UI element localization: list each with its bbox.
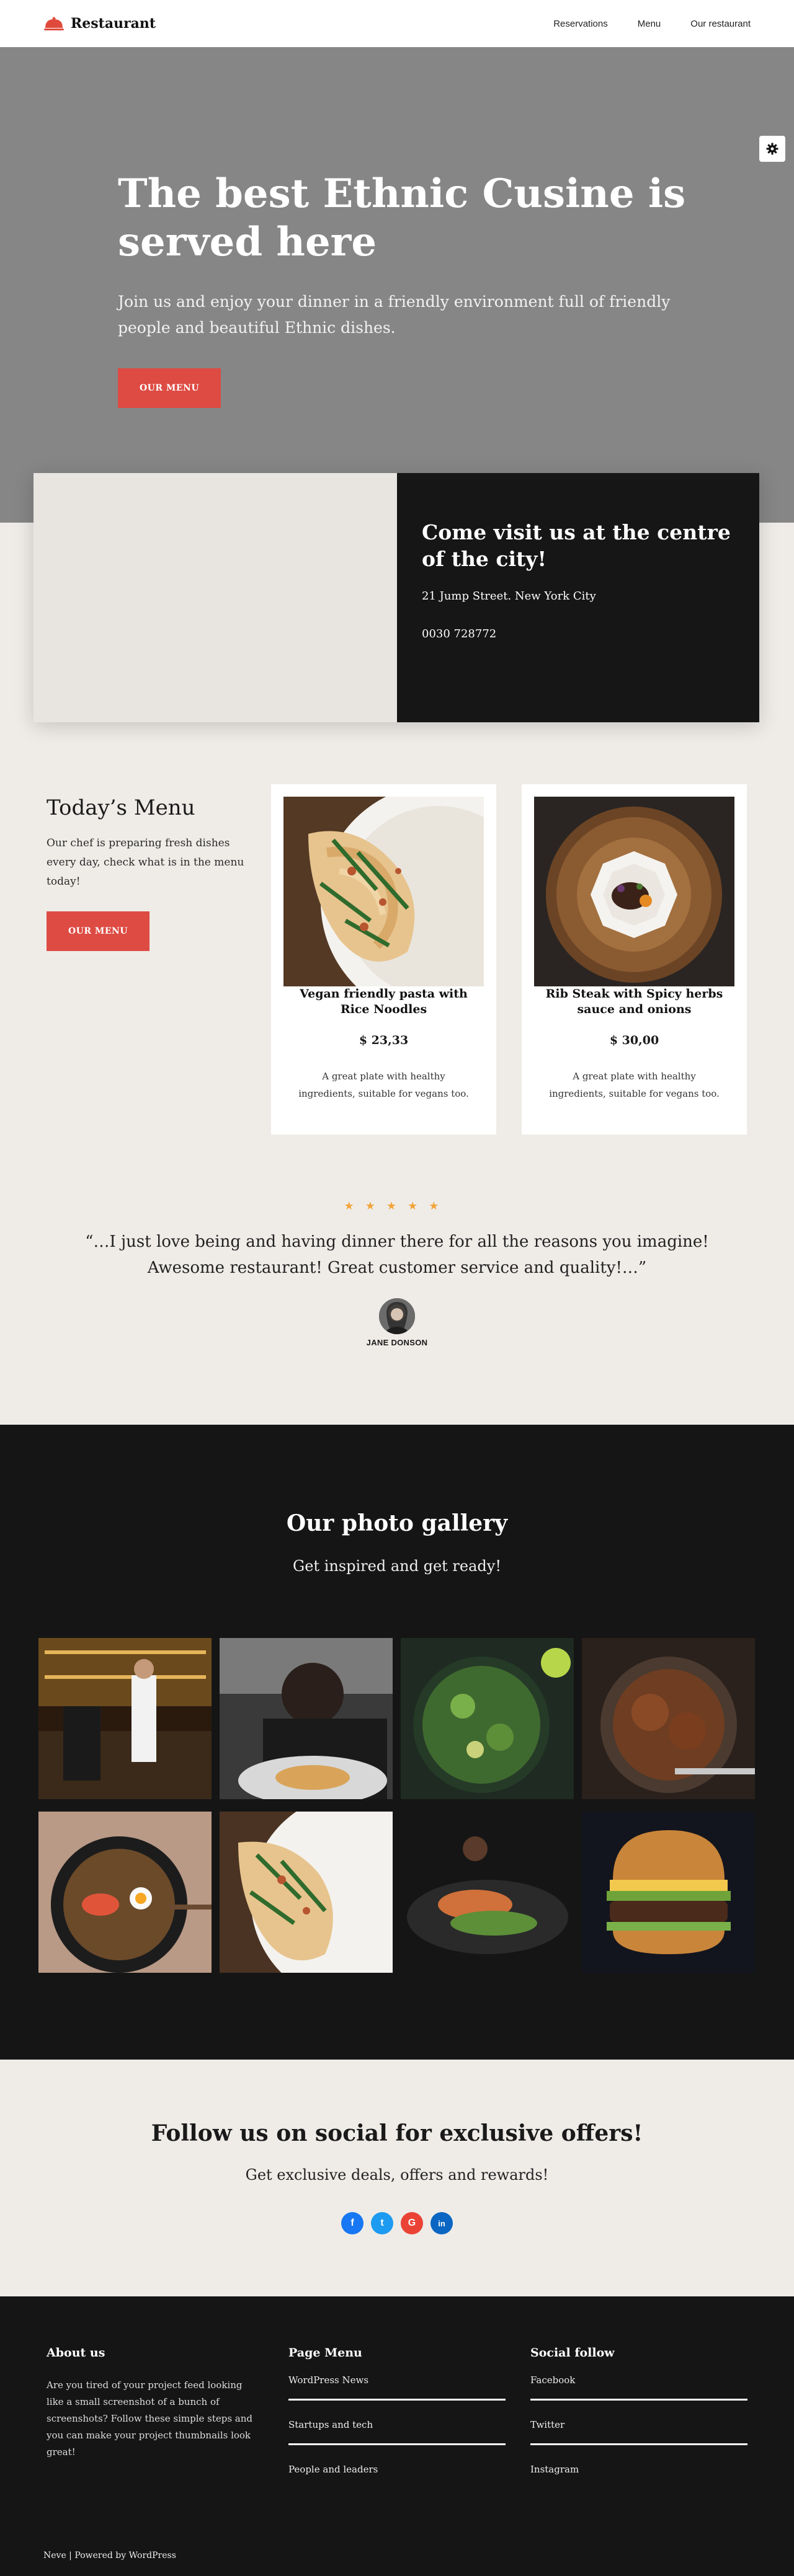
footer-link-instagram[interactable]: Instagram xyxy=(530,2445,747,2488)
logo[interactable]: Restaurant xyxy=(43,15,156,32)
footer-menu-title: Page Menu xyxy=(288,2346,362,2360)
gallery-image-bar[interactable] xyxy=(38,1638,212,1799)
testimonial: ★★★★★ “…I just love being and having din… xyxy=(0,1200,794,1347)
logo-text: Restaurant xyxy=(71,15,156,32)
gallery-image-noodles[interactable] xyxy=(38,1812,212,1973)
avatar xyxy=(379,1298,415,1334)
testimonial-quote: “…I just love being and having dinner th… xyxy=(85,1233,709,1277)
footer-about-text: Are you tired of your project feed looki… xyxy=(47,2379,253,2458)
footer-about: About us Are you tired of your project f… xyxy=(47,2346,264,2461)
settings-button[interactable] xyxy=(759,136,785,162)
star-icon: ★ xyxy=(344,1200,365,1213)
gallery-subtitle: Get inspired and get ready! xyxy=(293,1557,501,1575)
star-icon: ★ xyxy=(365,1200,386,1213)
gallery-image-chicken[interactable] xyxy=(582,1638,755,1799)
dish-description: A great plate with healthy ingredients, … xyxy=(298,1071,469,1099)
linkedin-icon[interactable]: in xyxy=(430,2212,453,2234)
footer-link-startups[interactable]: Startups and tech xyxy=(288,2401,506,2445)
nav-our-restaurant[interactable]: Our restaurant xyxy=(690,19,751,29)
gear-icon xyxy=(766,143,778,155)
visit-title: Come visit us at the centre of the city! xyxy=(422,520,731,571)
hero: The best Ethnic Cusine is served here Jo… xyxy=(0,47,794,523)
footer-link-facebook[interactable]: Facebook xyxy=(530,2360,747,2401)
star-icon: ★ xyxy=(429,1200,450,1213)
site-header: Restaurant Reservations Menu Our restaur… xyxy=(0,0,794,47)
twitter-icon[interactable]: t xyxy=(371,2212,393,2234)
visit-section: Come visit us at the centre of the city!… xyxy=(33,473,759,722)
dish-price: $ 23,33 xyxy=(359,1033,409,1047)
nav-menu[interactable]: Menu xyxy=(638,19,661,29)
star-icon: ★ xyxy=(386,1200,408,1213)
dish-description: A great plate with healthy ingredients, … xyxy=(549,1071,720,1099)
social-section: Follow us on social for exclusive offers… xyxy=(0,2060,794,2296)
dish-name: Vegan friendly pasta with Rice Noodles xyxy=(300,987,468,1016)
todays-menu: Today’s Menu Our chef is preparing fresh… xyxy=(0,784,794,1135)
menu-text: Our chef is preparing fresh dishes every… xyxy=(47,837,244,888)
menu-intro: Today’s Menu Our chef is preparing fresh… xyxy=(47,795,245,951)
footer-link-twitter[interactable]: Twitter xyxy=(530,2401,747,2445)
hero-title: The best Ethnic Cusine is served here xyxy=(118,170,686,265)
gallery-image-shrimp[interactable] xyxy=(401,1812,574,1973)
rating-stars: ★★★★★ xyxy=(0,1200,794,1213)
visit-address: 21 Jump Street. New York City xyxy=(422,590,596,603)
footer: About us Are you tired of your project f… xyxy=(0,2296,794,2576)
steak-image xyxy=(534,797,734,986)
hero-menu-button[interactable]: OUR MENU xyxy=(118,368,221,408)
visit-info: Come visit us at the centre of the city!… xyxy=(397,473,759,722)
menu-button[interactable]: OUR MENU xyxy=(47,911,149,951)
footer-social-follow: Social follow Facebook Twitter Instagram xyxy=(530,2346,747,2488)
nav-reservations[interactable]: Reservations xyxy=(553,19,608,29)
testimonial-author: JANE DONSON xyxy=(366,1338,428,1347)
gallery-title: Our photo gallery xyxy=(286,1510,508,1536)
google-icon[interactable]: G xyxy=(401,2212,423,2234)
footer-social-title: Social follow xyxy=(530,2346,615,2360)
copyright: Neve | Powered by WordPress xyxy=(43,2551,176,2561)
cloche-icon xyxy=(44,17,64,30)
menu-title: Today’s Menu xyxy=(47,795,195,820)
visit-phone: 0030 728772 xyxy=(422,627,497,640)
gallery-image-burger[interactable] xyxy=(582,1812,755,1973)
pasta-image xyxy=(283,797,484,986)
photo-gallery: Our photo gallery Get inspired and get r… xyxy=(0,1425,794,2060)
star-icon: ★ xyxy=(408,1200,429,1213)
social-icons: f t G in xyxy=(0,2212,794,2234)
gallery-image-pasta[interactable] xyxy=(220,1812,393,1973)
map-placeholder xyxy=(33,473,397,722)
hero-subtitle: Join us and enjoy your dinner in a frien… xyxy=(118,293,671,337)
footer-link-people[interactable]: People and leaders xyxy=(288,2445,506,2488)
main-nav: Reservations Menu Our restaurant xyxy=(553,19,751,29)
social-subtitle: Get exclusive deals, offers and rewards! xyxy=(245,2166,549,2184)
footer-link-wordpress-news[interactable]: WordPress News xyxy=(288,2360,506,2401)
footer-page-menu: Page Menu WordPress News Startups and te… xyxy=(288,2346,506,2488)
dish-price: $ 30,00 xyxy=(609,1033,659,1047)
facebook-icon[interactable]: f xyxy=(341,2212,364,2234)
social-title: Follow us on social for exclusive offers… xyxy=(151,2120,643,2146)
menu-card[interactable]: Rib Steak with Spicy herbs sauce and oni… xyxy=(522,784,747,1135)
dish-name: Rib Steak with Spicy herbs sauce and oni… xyxy=(545,987,723,1016)
hero-content: The best Ethnic Cusine is served here Jo… xyxy=(118,170,689,408)
menu-card[interactable]: Vegan friendly pasta with Rice Noodles $… xyxy=(271,784,496,1135)
gallery-image-salad[interactable] xyxy=(401,1638,574,1799)
footer-about-title: About us xyxy=(47,2346,105,2360)
gallery-image-chef[interactable] xyxy=(220,1638,393,1799)
